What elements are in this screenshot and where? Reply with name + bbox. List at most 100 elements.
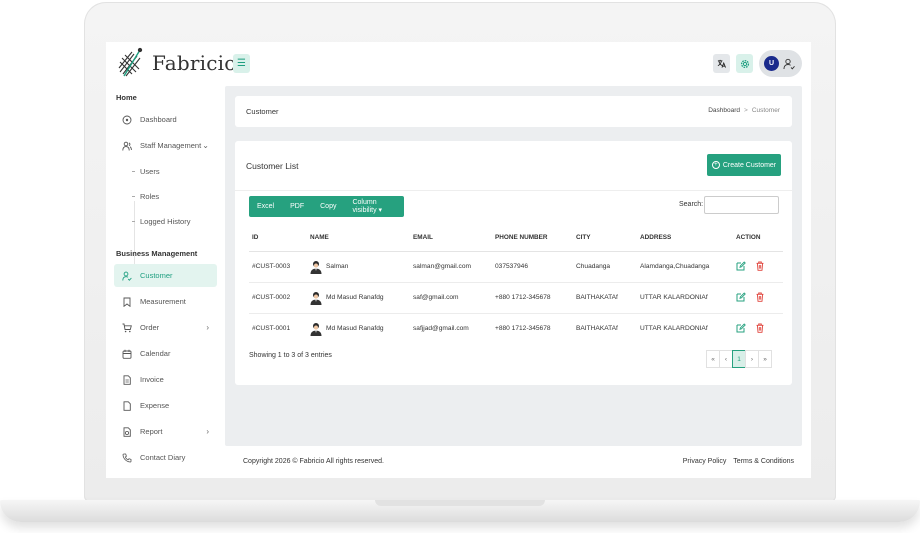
cell-action xyxy=(733,282,783,314)
sidebar-item-invoice[interactable]: Invoice xyxy=(114,368,217,391)
report-icon xyxy=(123,426,131,437)
pager-prev-button[interactable]: ‹ xyxy=(719,350,733,368)
column-header-email[interactable]: EMAIL xyxy=(410,225,492,252)
table-row: #CUST-0001 Md Masud Ranafdg safjjad@gmai… xyxy=(249,313,783,344)
entries-info: Showing 1 to 3 of 3 entries xyxy=(249,352,332,359)
pager-last-button[interactable]: » xyxy=(758,350,772,368)
customer-list-card: Customer List + Create Customer Excel PD… xyxy=(235,141,792,385)
sidebar-item-order[interactable]: Order › xyxy=(114,316,217,339)
page-title: Customer xyxy=(246,107,279,116)
person-avatar-icon xyxy=(310,260,322,274)
search-input[interactable] xyxy=(704,196,779,214)
footer-copyright: Copyright 2026 © Fabricio All rights res… xyxy=(243,458,384,465)
table-row: #CUST-0002 Md Masud Ranafdg saf@gmail.co… xyxy=(249,282,783,314)
cart-icon xyxy=(122,323,132,332)
cell-email: salman@gmail.com xyxy=(410,251,492,283)
export-button-group: Excel PDF Copy Column visibility ▾ xyxy=(249,196,404,217)
gear-icon xyxy=(740,59,749,68)
cell-email: safjjad@gmail.com xyxy=(413,325,469,333)
search-label: Search: xyxy=(679,201,704,208)
cell-phone: 037537946 xyxy=(492,251,573,283)
sidebar-item-expense[interactable]: Expense xyxy=(114,394,217,417)
sidebar-item-staff-management[interactable]: Staff Management ⌄ xyxy=(114,134,217,157)
cell-action xyxy=(733,313,783,344)
sidebar-section-home: Home xyxy=(116,93,137,102)
column-visibility-button[interactable]: Column visibility ▾ xyxy=(344,199,404,214)
column-header-phone[interactable]: PHONE NUMBER xyxy=(492,225,573,252)
page-header-card: Customer Dashboard > Customer xyxy=(235,96,792,127)
table-row: #CUST-0003 Salman salman@gmail.com 03753… xyxy=(249,251,783,283)
invoice-icon xyxy=(123,374,131,385)
sidebar-item-label: Invoice xyxy=(140,375,164,384)
breadcrumb-current: Customer xyxy=(751,107,780,114)
dashboard-icon xyxy=(122,115,132,124)
pager-first-button[interactable]: « xyxy=(706,350,720,368)
dash-bullet xyxy=(132,196,135,197)
trash-icon[interactable] xyxy=(755,261,765,271)
cell-action xyxy=(733,251,783,283)
sidebar-item-report[interactable]: Report › xyxy=(114,420,217,443)
excel-button[interactable]: Excel xyxy=(249,203,282,210)
edit-icon[interactable] xyxy=(736,291,746,302)
cell-phone: +880 1712-345678 xyxy=(492,282,573,314)
sidebar-item-contact-diary[interactable]: Contact Diary xyxy=(114,446,217,469)
column-header-address[interactable]: ADDRESS xyxy=(637,225,733,252)
column-header-city[interactable]: CITY xyxy=(573,225,637,252)
sidebar-item-dashboard[interactable]: Dashboard xyxy=(114,108,217,131)
sidebar-subitem-logged-history[interactable]: Logged History xyxy=(132,217,190,226)
edit-icon[interactable] xyxy=(736,323,746,333)
bookmark-icon xyxy=(123,297,131,307)
cell-city: BAITHAKATAf xyxy=(576,325,618,333)
sidebar-item-label: Order xyxy=(140,323,160,332)
sidebar-subitem-users[interactable]: Users xyxy=(132,167,160,176)
logo-mark-icon xyxy=(118,47,143,77)
cell-city: BAITHAKATAf xyxy=(573,282,637,314)
cell-city: Chuadanga xyxy=(573,251,637,283)
breadcrumb-dashboard-link[interactable]: Dashboard xyxy=(708,107,740,114)
column-header-name[interactable]: NAME xyxy=(307,225,410,252)
person-avatar-icon xyxy=(310,291,322,305)
document-icon xyxy=(123,400,131,411)
calendar-icon xyxy=(122,349,132,359)
pager-next-button[interactable]: › xyxy=(745,350,759,368)
hamburger-menu-button[interactable]: ☰ xyxy=(233,54,250,73)
plus-circle-icon: + xyxy=(711,161,720,169)
person-avatar-icon xyxy=(310,322,322,336)
cell-email: saf@gmail.com xyxy=(410,282,492,314)
sidebar-subitem-label: Users xyxy=(140,167,160,176)
hamburger-icon: ☰ xyxy=(237,58,246,69)
brand-name: Fabricio xyxy=(152,51,237,75)
phone-icon xyxy=(122,453,132,462)
sidebar-item-label: Report xyxy=(140,427,163,436)
edit-icon[interactable] xyxy=(736,260,746,271)
staff-icon xyxy=(122,141,132,151)
cell-id: #CUST-0003 xyxy=(249,251,307,283)
settings-button[interactable] xyxy=(736,54,753,73)
sidebar-subitem-label: Logged History xyxy=(140,217,191,226)
sidebar-item-label: Dashboard xyxy=(140,115,177,124)
user-menu[interactable]: U xyxy=(759,50,802,77)
pager-page-1[interactable]: 1 xyxy=(732,350,746,368)
translate-button[interactable] xyxy=(713,54,730,73)
create-customer-button[interactable]: + Create Customer xyxy=(707,154,781,176)
sidebar-section-business: Business Management xyxy=(116,249,198,258)
copy-button[interactable]: Copy xyxy=(312,203,344,210)
brand-logo[interactable]: Fabricio xyxy=(116,46,236,80)
column-header-id[interactable]: ID xyxy=(249,225,307,252)
cell-id: #CUST-0001 xyxy=(252,325,291,333)
trash-icon[interactable] xyxy=(755,292,765,302)
pdf-button[interactable]: PDF xyxy=(282,203,312,210)
avatar: U xyxy=(764,56,779,71)
sidebar-subitem-roles[interactable]: Roles xyxy=(132,192,159,201)
terms-link[interactable]: Terms & Conditions xyxy=(733,458,794,465)
privacy-policy-link[interactable]: Privacy Policy xyxy=(683,458,727,465)
sidebar-item-measurement[interactable]: Measurement xyxy=(114,290,217,313)
sidebar-item-customer[interactable]: Customer xyxy=(114,264,217,287)
dash-bullet xyxy=(132,221,135,222)
customer-name: Md Masud Ranafdg xyxy=(326,294,384,301)
divider xyxy=(235,190,792,191)
sidebar-item-calendar[interactable]: Calendar xyxy=(114,342,217,365)
trash-icon[interactable] xyxy=(755,323,765,333)
sidebar-item-label: Staff Management xyxy=(140,141,202,150)
cell-name: Md Masud Ranafdg xyxy=(307,313,410,344)
